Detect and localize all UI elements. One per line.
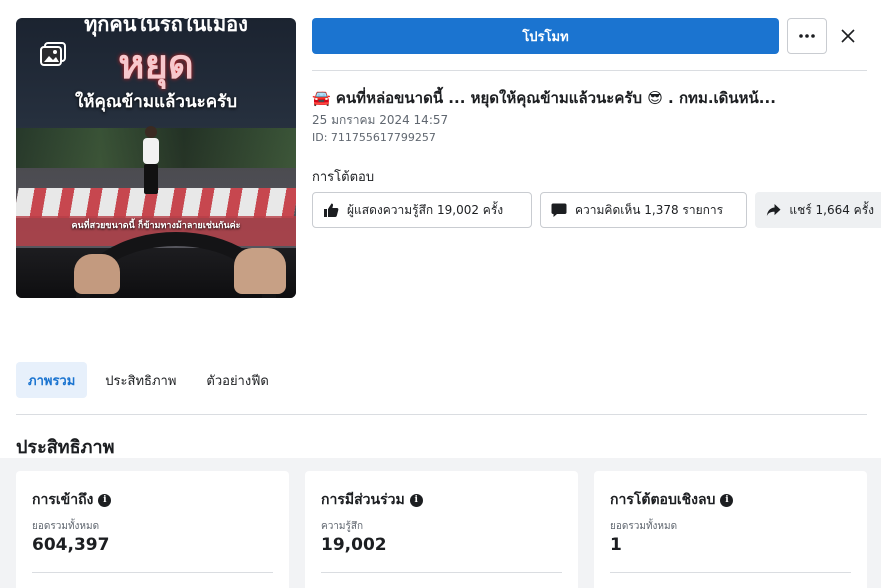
- tab-overview[interactable]: ภาพรวม: [16, 362, 88, 398]
- shares-button[interactable]: แชร์ 1,664 ครั้ง: [755, 192, 881, 228]
- thumbs-up-icon: [324, 203, 339, 217]
- promote-button[interactable]: โปรโมท: [312, 18, 779, 54]
- tab-feed-preview[interactable]: ตัวอย่างฟีด: [194, 362, 280, 398]
- tab-bar: ภาพรวม ประสิทธิภาพ ตัวอย่างฟีด: [16, 362, 281, 398]
- thumbnail-right-hand: [234, 248, 286, 294]
- tab-performance[interactable]: ประสิทธิภาพ: [93, 362, 188, 398]
- info-icon[interactable]: i: [720, 493, 734, 507]
- comments-label: ความคิดเห็น 1,378 รายการ: [575, 202, 724, 217]
- card-divider: [610, 572, 851, 573]
- thumbnail-left-hand: [74, 254, 120, 294]
- comment-icon: [551, 203, 567, 217]
- comments-button[interactable]: ความคิดเห็น 1,378 รายการ: [540, 192, 747, 228]
- negative-feedback-card-title: การโต้ตอบเชิงลบ: [610, 492, 716, 508]
- engagement-card-value: 19,002: [321, 535, 387, 555]
- reactions-label: ผู้แสดงความรู้สึก 19,002 ครั้ง: [347, 202, 504, 217]
- engagement-card-sub: ความรู้สึก: [321, 521, 364, 532]
- post-date: 25 มกราคม 2024 14:57: [312, 113, 449, 127]
- post-id: ID: 711755617799257: [312, 131, 436, 144]
- reach-card-sub: ยอดรวมทั้งหมด: [32, 521, 100, 532]
- reach-card: การเข้าถึง i ยอดรวมทั้งหมด 604,397: [16, 471, 289, 588]
- gallery-icon: [40, 42, 66, 66]
- post-thumbnail[interactable]: ทุกคนในรถในเมือง หยุด ให้คุณข้ามแล้วนะคร…: [16, 18, 296, 298]
- post-title[interactable]: 🚘 คนที่หล่อขนาดนี้ ... หยุดให้คุณข้ามแล้…: [312, 86, 881, 108]
- negative-feedback-card: การโต้ตอบเชิงลบ i ยอดรวมทั้งหมด 1: [594, 471, 867, 588]
- negative-feedback-card-title-row: การโต้ตอบเชิงลบ i: [610, 489, 734, 511]
- engagement-card-title-row: การมีส่วนร่วม i: [321, 489, 423, 511]
- share-icon: [766, 204, 781, 216]
- negative-feedback-card-value: 1: [610, 535, 622, 555]
- card-divider: [32, 572, 273, 573]
- more-icon: [799, 34, 815, 38]
- close-icon: [841, 29, 855, 43]
- more-options-button[interactable]: [787, 18, 827, 54]
- performance-heading: ประสิทธิภาพ: [16, 437, 115, 458]
- shares-label: แชร์ 1,664 ครั้ง: [789, 202, 874, 217]
- info-icon[interactable]: i: [409, 493, 423, 507]
- thumbnail-caption: คนที่สวยขนาดนี้ ก็ข้ามทางม้าลายเช่นกันค่…: [71, 221, 241, 231]
- close-button[interactable]: [836, 24, 860, 48]
- reactions-button[interactable]: ผู้แสดงความรู้สึก 19,002 ครั้ง: [312, 192, 532, 228]
- header-divider: [312, 70, 867, 71]
- tab-divider: [16, 414, 867, 415]
- info-icon[interactable]: i: [98, 493, 112, 507]
- engagement-card-title: การมีส่วนร่วม: [321, 492, 405, 508]
- engagement-card: การมีส่วนร่วม i ความรู้สึก 19,002: [305, 471, 578, 588]
- reach-card-title: การเข้าถึง: [32, 492, 94, 508]
- reach-card-value: 604,397: [32, 535, 110, 555]
- interactions-label: การโต้ตอบ: [312, 170, 375, 185]
- reach-card-title-row: การเข้าถึง i: [32, 489, 112, 511]
- thumbnail-subheading: ให้คุณข้ามแล้วนะครับ: [75, 92, 237, 112]
- card-divider: [321, 572, 562, 573]
- thumbnail-pedestrian: [140, 126, 162, 198]
- negative-feedback-card-sub: ยอดรวมทั้งหมด: [610, 521, 678, 532]
